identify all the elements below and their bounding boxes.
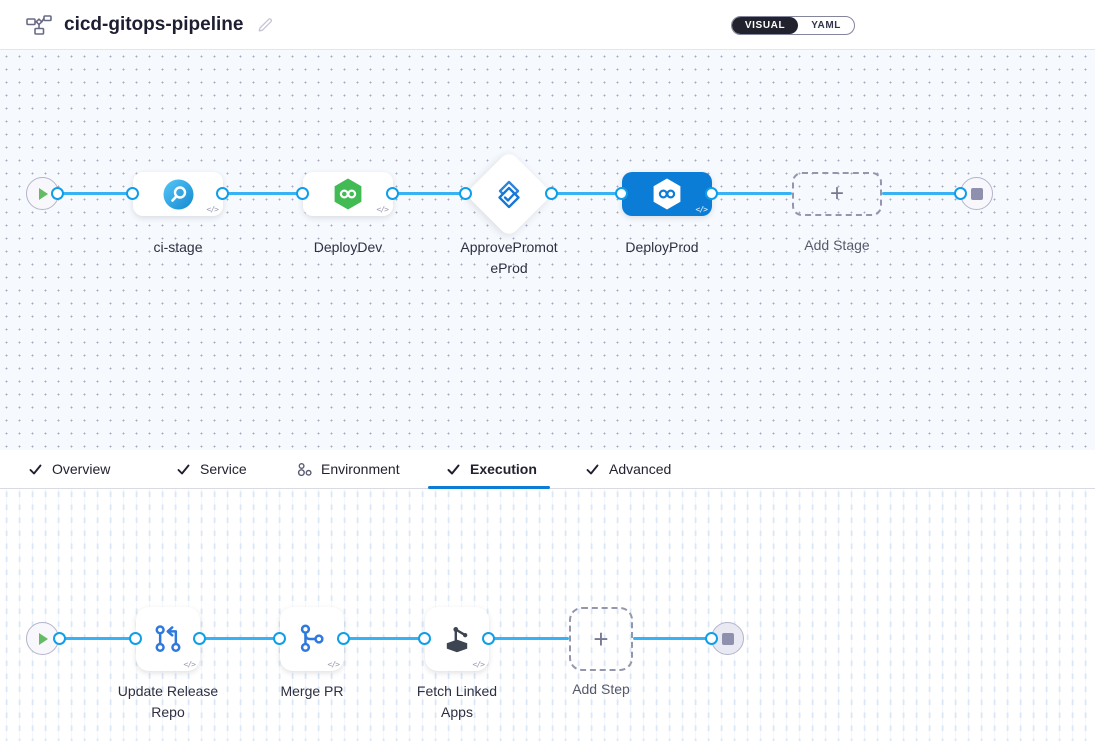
stage-canvas[interactable]: </> </> </> [0,50,1095,450]
code-icon: </> [473,660,484,669]
connector-dot[interactable] [53,632,66,645]
connector-dot[interactable] [126,187,139,200]
connector-dot[interactable] [386,187,399,200]
stage-label: ApprovePromoteProd [459,237,559,279]
code-icon: </> [377,205,388,214]
connector-dot[interactable] [337,632,350,645]
play-icon [37,632,49,646]
connector-dot[interactable] [954,187,967,200]
tab-execution[interactable]: Execution [446,450,537,488]
tab-label: Advanced [609,461,671,477]
environment-icon [297,462,312,477]
tab-label: Overview [52,461,110,477]
execution-step-canvas[interactable]: </> </> </> + [0,489,1095,741]
step-label: Fetch Linked Apps [407,681,507,723]
connector-dot[interactable] [216,187,229,200]
connector-dot[interactable] [418,632,431,645]
connector-dot[interactable] [705,187,718,200]
connector-dot[interactable] [482,632,495,645]
toggle-visual[interactable]: VISUAL [732,17,798,34]
connector-dot[interactable] [193,632,206,645]
update-release-repo-icon [151,622,185,656]
step-node-merge-pr[interactable]: </> [280,607,344,671]
stage-label: DeployProd [602,237,722,258]
tab-environment[interactable]: Environment [297,450,400,488]
merge-pr-icon [295,622,329,656]
connector-dot[interactable] [51,187,64,200]
add-step-button[interactable]: + [569,607,633,671]
stage-label: ci-stage [118,237,238,258]
connector-dot[interactable] [705,632,718,645]
fetch-linked-apps-icon [439,621,475,657]
connector-dot[interactable] [129,632,142,645]
check-icon [28,462,43,477]
tab-overview[interactable]: Overview [28,450,110,488]
tab-service[interactable]: Service [176,450,247,488]
page-title: cicd-gitops-pipeline [64,14,243,36]
pipeline-icon [26,15,52,35]
check-icon [176,462,191,477]
stop-icon [971,188,983,200]
tab-label: Environment [321,461,400,477]
tab-advanced[interactable]: Advanced [585,450,671,488]
code-icon: </> [207,205,218,214]
cd-deploy-icon [650,177,684,211]
check-icon [446,462,461,477]
connector-line [633,637,711,640]
add-step-label: Add Step [541,679,661,700]
connector-dot[interactable] [296,187,309,200]
connector-dot[interactable] [273,632,286,645]
stage-node-deploydev[interactable]: </> [303,172,393,216]
code-icon: </> [184,660,195,669]
connector-dot[interactable] [615,187,628,200]
play-icon [37,187,49,201]
connector-line [882,192,960,195]
connector-dot[interactable] [545,187,558,200]
plus-icon: + [593,624,608,655]
edit-pencil-icon[interactable] [257,16,274,33]
add-stage-button[interactable]: + [792,172,882,216]
header: cicd-gitops-pipeline VISUAL YAML [0,0,1095,50]
stage-node-approvepromoteprod[interactable] [465,150,553,238]
stop-icon [722,633,734,645]
visual-yaml-toggle: VISUAL YAML [731,16,855,35]
stage-label: DeployDev [288,237,408,258]
stage-node-deployprod[interactable]: </> [622,172,712,216]
stage-node-ci-stage[interactable]: </> [133,172,223,216]
add-stage-label: Add Stage [777,235,897,256]
ci-build-icon [163,179,194,210]
stage-tabbar: Overview Service Environment Execution A… [0,450,1095,489]
step-node-update-release-repo[interactable]: </> [136,607,200,671]
connector-dot[interactable] [459,187,472,200]
tab-label: Service [200,461,247,477]
code-icon: </> [696,205,707,214]
plus-icon: + [830,180,844,208]
cd-deploy-icon [331,177,365,211]
step-label: Update Release Repo [108,681,228,723]
toggle-yaml[interactable]: YAML [798,17,854,34]
check-icon [585,462,600,477]
active-tab-underline [428,486,550,489]
step-node-fetch-linked-apps[interactable]: </> [425,607,489,671]
step-label: Merge PR [252,681,372,702]
tab-label: Execution [470,461,537,477]
code-icon: </> [328,660,339,669]
